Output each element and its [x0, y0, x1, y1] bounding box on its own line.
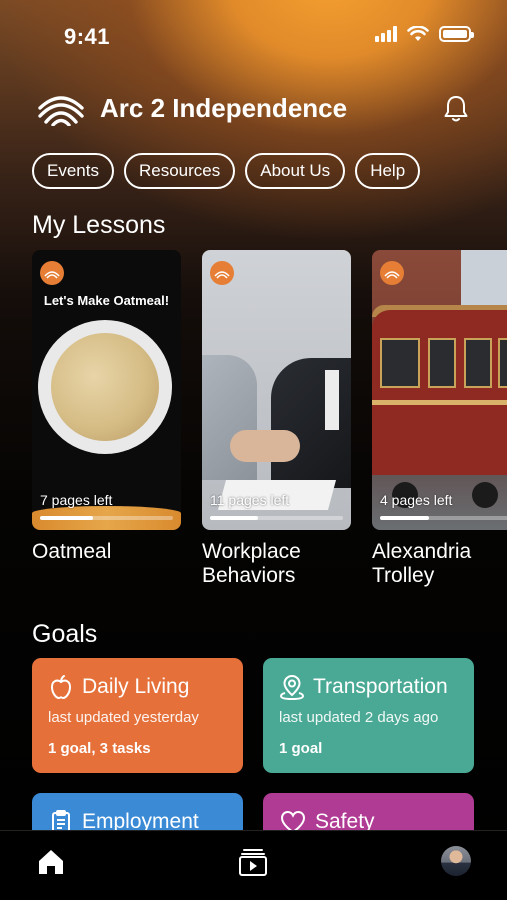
trolley-image [372, 310, 507, 475]
handshake-image [230, 430, 300, 462]
lesson-progress [380, 516, 507, 520]
lesson-card-workplace-behaviors[interactable]: 11 pages left Workplace Behaviors [202, 250, 351, 588]
nav-pills: Events Resources About Us Help [32, 153, 421, 189]
goal-title: Daily Living [82, 675, 190, 698]
lesson-progress [40, 516, 173, 520]
trolley-stripe [372, 400, 507, 405]
cellular-signal-icon [375, 26, 397, 42]
lesson-card-caption: Let's Make Oatmeal! [43, 293, 170, 308]
tab-bar [0, 830, 507, 900]
arc-badge-icon [380, 261, 404, 285]
lesson-card-alexandria-trolley[interactable]: 4 pages left Alexandria Trolley [372, 250, 507, 588]
goals-section-title: Goals [32, 620, 98, 648]
status-time: 9:41 [64, 24, 111, 49]
goal-updated: last updated yesterday [48, 709, 199, 726]
lesson-progress-fill [380, 516, 430, 520]
apple-icon [50, 675, 72, 700]
goal-card-transportation[interactable]: Transportation last updated 2 days ago 1… [263, 658, 474, 773]
lesson-name: Workplace Behaviors [202, 540, 301, 587]
trolley-window [498, 338, 507, 388]
arc-badge-icon [210, 261, 234, 285]
goal-count: 1 goal, 3 tasks [48, 740, 151, 757]
app-title: Arc 2 Independence [100, 92, 348, 123]
bell-icon[interactable] [441, 94, 471, 124]
goal-title: Transportation [313, 675, 448, 698]
goal-updated: last updated 2 days ago [279, 709, 439, 726]
app-screen: 9:41 Arc 2 Independence Events Resources… [0, 0, 507, 900]
location-pin-icon [279, 674, 305, 700]
lesson-card-oatmeal[interactable]: Let's Make Oatmeal! 7 pages left Oatmeal [32, 250, 181, 564]
lesson-thumbnail: Let's Make Oatmeal! 7 pages left [32, 250, 181, 530]
lesson-name: Oatmeal [32, 540, 112, 563]
lesson-progress-fill [210, 516, 258, 520]
lesson-thumbnail: 11 pages left [202, 250, 351, 530]
arc-logo-icon [38, 96, 84, 126]
goal-count: 1 goal [279, 740, 323, 757]
lessons-section-title: My Lessons [32, 211, 166, 239]
lessons-carousel[interactable]: Let's Make Oatmeal! 7 pages left Oatmeal [32, 250, 507, 590]
trolley-window [428, 338, 456, 388]
home-icon[interactable] [36, 847, 66, 877]
trolley-window [380, 338, 420, 388]
shirt-detail [325, 370, 339, 430]
pages-left: 7 pages left [40, 492, 113, 508]
status-bar: 9:41 [0, 0, 507, 70]
pill-events[interactable]: Events [32, 153, 114, 189]
pill-help[interactable]: Help [355, 153, 421, 189]
lesson-progress-fill [40, 516, 94, 520]
wifi-icon [407, 26, 429, 41]
media-icon[interactable] [238, 847, 268, 877]
lesson-name: Alexandria Trolley [372, 540, 472, 587]
trolley-window [464, 338, 492, 388]
pages-left: 11 pages left [210, 492, 290, 508]
oatmeal-image [51, 333, 159, 441]
pill-about-us[interactable]: About Us [245, 153, 346, 189]
lesson-progress [210, 516, 343, 520]
profile-avatar[interactable] [441, 846, 471, 876]
goal-card-daily-living[interactable]: Daily Living last updated yesterday 1 go… [32, 658, 243, 773]
trolley-wheel [472, 482, 498, 508]
status-icons [375, 26, 474, 42]
battery-icon [439, 26, 474, 42]
app-header: Arc 2 Independence [36, 88, 471, 128]
handshake-image-right [271, 358, 351, 488]
pill-resources[interactable]: Resources [123, 153, 236, 189]
pages-left: 4 pages left [380, 492, 453, 508]
lesson-thumbnail: 4 pages left [372, 250, 507, 530]
arc-badge-icon [40, 261, 64, 285]
